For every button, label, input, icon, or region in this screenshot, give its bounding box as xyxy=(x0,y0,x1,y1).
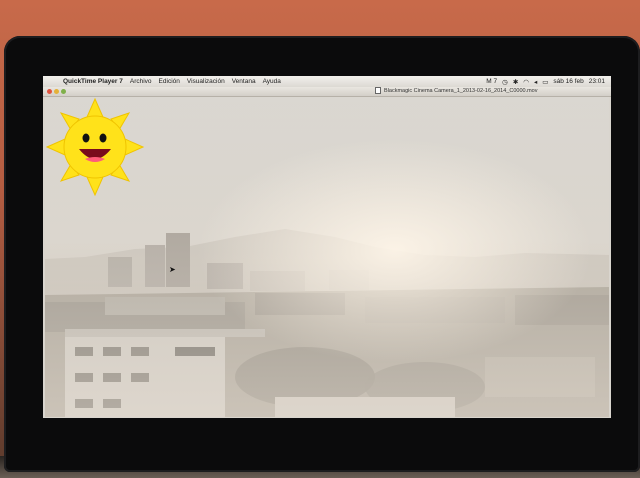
minimize-button[interactable] xyxy=(54,89,59,94)
wifi-icon[interactable]: ◠ xyxy=(523,78,529,86)
window-title: Blackmagic Cinema Camera_1_2013-02-16_20… xyxy=(375,87,537,96)
status-indicator[interactable]: M 7 xyxy=(486,78,497,85)
menu-edicion[interactable]: Edición xyxy=(159,78,180,85)
window-titlebar[interactable]: Blackmagic Cinema Camera_1_2013-02-16_20… xyxy=(43,87,611,97)
menu-app-name[interactable]: QuickTime Player 7 xyxy=(63,78,123,85)
clock-label[interactable]: 23:01 xyxy=(589,78,605,85)
time-machine-icon[interactable]: ◷ xyxy=(502,78,508,86)
battery-icon[interactable]: ▭ xyxy=(542,78,548,86)
menu-archivo[interactable]: Archivo xyxy=(130,78,152,85)
close-button[interactable] xyxy=(47,89,52,94)
zoom-button[interactable] xyxy=(61,89,66,94)
menu-visualizacion[interactable]: Visualización xyxy=(187,78,225,85)
status-area: M 7 ◷ ✱ ◠ ◂ ▭ sáb 16 feb 23:01 xyxy=(481,76,605,87)
video-frame[interactable]: ➤ xyxy=(45,97,609,417)
window-title-text: Blackmagic Cinema Camera_1_2013-02-16_20… xyxy=(384,88,538,94)
menu-ventana[interactable]: Ventana xyxy=(232,78,256,85)
volume-icon[interactable]: ◂ xyxy=(534,78,537,86)
mouse-cursor-icon: ➤ xyxy=(169,265,176,274)
screen: QuickTime Player 7 Archivo Edición Visua… xyxy=(43,76,611,418)
menu-bar: QuickTime Player 7 Archivo Edición Visua… xyxy=(43,76,611,87)
window-controls xyxy=(47,89,66,94)
document-icon xyxy=(375,87,381,95)
menu-ayuda[interactable]: Ayuda xyxy=(263,78,281,85)
bluetooth-icon[interactable]: ✱ xyxy=(513,78,518,86)
sun-sticker-icon xyxy=(45,97,145,197)
date-label[interactable]: sáb 16 feb xyxy=(553,78,583,85)
